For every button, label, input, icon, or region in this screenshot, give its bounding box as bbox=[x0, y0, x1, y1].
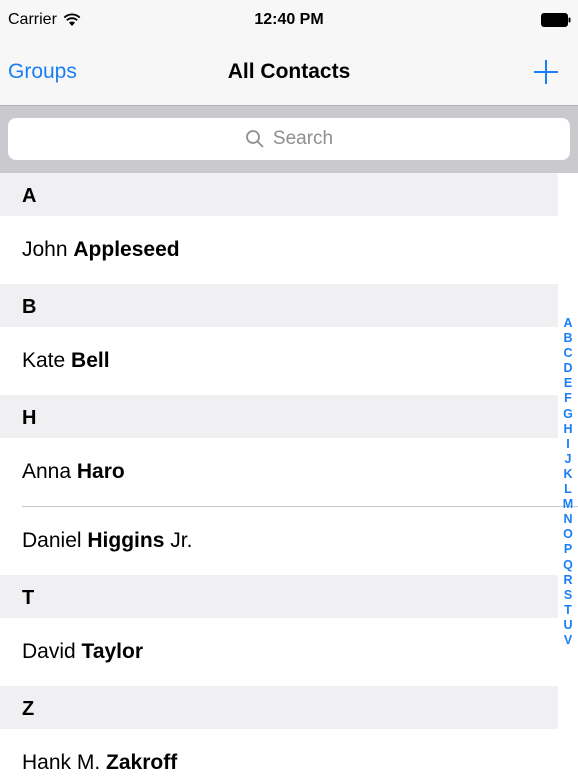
contact-last-name: Zakroff bbox=[106, 751, 178, 774]
section-header-a: A bbox=[0, 173, 558, 216]
index-letter-k[interactable]: K bbox=[563, 467, 572, 482]
contact-last-name: Haro bbox=[76, 460, 125, 483]
index-letter-n[interactable]: N bbox=[563, 512, 572, 527]
navigation-bar: Groups All Contacts bbox=[0, 40, 578, 105]
index-letter-e[interactable]: E bbox=[564, 376, 572, 391]
index-letter-i[interactable]: I bbox=[566, 437, 569, 452]
plus-icon[interactable] bbox=[532, 58, 560, 86]
contact-name: David Taylor bbox=[22, 640, 143, 664]
index-letter-f[interactable]: F bbox=[564, 391, 572, 406]
contact-suffix: Jr. bbox=[170, 529, 193, 552]
section-letter: H bbox=[22, 407, 37, 429]
index-letter-a[interactable]: A bbox=[563, 316, 572, 331]
search-icon bbox=[245, 130, 264, 148]
index-letter-s[interactable]: S bbox=[564, 588, 572, 603]
contact-first-name: Anna bbox=[22, 460, 72, 483]
section-letter: A bbox=[22, 185, 37, 207]
section-header-z: Z bbox=[0, 686, 558, 729]
index-letter-m[interactable]: M bbox=[563, 497, 573, 512]
index-letter-u[interactable]: U bbox=[563, 618, 572, 633]
page-title: All Contacts bbox=[227, 60, 351, 83]
index-letter-o[interactable]: O bbox=[563, 527, 573, 542]
index-letter-h[interactable]: H bbox=[563, 422, 572, 437]
status-bar: Carrier 12:40 PM bbox=[0, 0, 578, 40]
contact-name: Kate Bell bbox=[22, 349, 110, 373]
index-letter-q[interactable]: Q bbox=[563, 558, 573, 573]
index-letter-b[interactable]: B bbox=[563, 331, 572, 346]
index-letter-l[interactable]: L bbox=[564, 482, 572, 497]
battery-icon bbox=[541, 13, 571, 27]
search-placeholder: Search bbox=[272, 128, 334, 149]
contact-first-name: David bbox=[22, 640, 76, 663]
contact-first-name: Kate bbox=[22, 349, 66, 372]
section-letter: B bbox=[22, 296, 37, 318]
index-letter-v[interactable]: V bbox=[564, 633, 572, 648]
search-input[interactable]: Search bbox=[8, 118, 570, 160]
section-header-b: B bbox=[0, 284, 558, 327]
contact-row[interactable]: Daniel Higgins Jr. bbox=[0, 507, 558, 575]
contact-name: Daniel Higgins Jr. bbox=[22, 529, 192, 553]
index-letter-j[interactable]: J bbox=[565, 452, 572, 467]
contact-name: John Appleseed bbox=[22, 238, 180, 262]
contact-row[interactable]: Kate Bell bbox=[0, 327, 558, 395]
contact-first-name: Daniel bbox=[22, 529, 82, 552]
section-header-h: H bbox=[0, 395, 558, 438]
contact-row[interactable]: David Taylor bbox=[0, 618, 558, 686]
index-letter-r[interactable]: R bbox=[563, 573, 572, 588]
section-letter: T bbox=[22, 587, 35, 609]
index-letter-d[interactable]: D bbox=[563, 361, 572, 376]
contact-last-name: Higgins bbox=[87, 529, 165, 552]
status-time: 12:40 PM bbox=[254, 11, 324, 28]
index-letter-g[interactable]: G bbox=[563, 407, 573, 422]
index-letter-t[interactable]: T bbox=[564, 603, 572, 618]
section-letter: Z bbox=[22, 698, 35, 720]
index-letter-p[interactable]: P bbox=[564, 542, 572, 557]
contact-last-name: Appleseed bbox=[73, 238, 180, 261]
contact-row[interactable]: Hank M. Zakroff bbox=[0, 729, 558, 781]
contact-name: Anna Haro bbox=[22, 460, 125, 484]
contact-row[interactable]: John Appleseed bbox=[0, 216, 558, 284]
index-letter-c[interactable]: C bbox=[563, 346, 572, 361]
contact-first-name: Hank M. bbox=[22, 751, 101, 774]
contact-last-name: Bell bbox=[71, 349, 110, 372]
contact-row[interactable]: Anna Haro bbox=[0, 438, 558, 506]
contact-last-name: Taylor bbox=[81, 640, 144, 663]
search-bar-container: Search bbox=[0, 105, 578, 173]
contact-first-name: John bbox=[22, 238, 68, 261]
contact-name: Hank M. Zakroff bbox=[22, 751, 177, 775]
section-header-t: T bbox=[0, 575, 558, 618]
section-index-bar[interactable]: A B C D E F G H I J K L M N O P Q R S T … bbox=[558, 316, 578, 648]
